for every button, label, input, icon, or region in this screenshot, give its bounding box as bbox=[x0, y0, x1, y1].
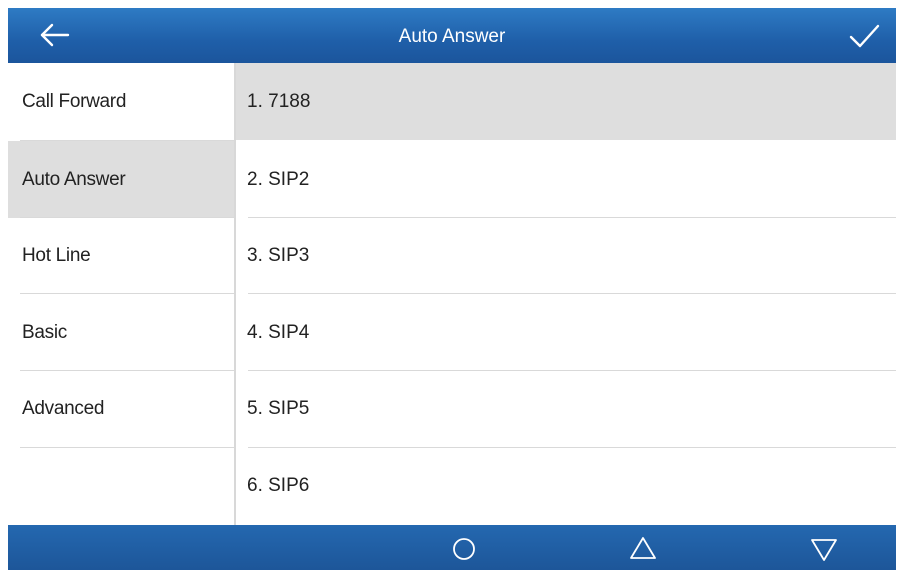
sidebar-item-advanced[interactable]: Advanced bbox=[8, 370, 234, 447]
list-item-label: 1. 7188 bbox=[247, 91, 311, 112]
sidebar-item-auto-answer[interactable]: Auto Answer bbox=[8, 141, 234, 218]
checkmark-icon bbox=[849, 24, 880, 48]
sidebar-item-basic[interactable]: Basic bbox=[8, 294, 234, 371]
list-item-account-2[interactable]: 2. SIP2 bbox=[236, 141, 896, 218]
sidebar-item-call-forward[interactable]: Call Forward bbox=[8, 63, 234, 140]
list-item-label: 6. SIP6 bbox=[247, 475, 310, 496]
sidebar-item-label: Auto Answer bbox=[22, 169, 126, 190]
page-down-button[interactable] bbox=[809, 534, 839, 564]
triangle-up-icon bbox=[630, 537, 656, 559]
home-button[interactable] bbox=[449, 534, 479, 564]
sidebar-item-label: Advanced bbox=[22, 398, 105, 419]
sidebar-item-label: Basic bbox=[22, 322, 67, 343]
account-list: 1. 7188 2. SIP2 3. SIP3 4. SIP4 5. SIP5 … bbox=[236, 63, 896, 525]
list-item-account-4[interactable]: 4. SIP4 bbox=[236, 294, 896, 371]
list-item-account-5[interactable]: 5. SIP5 bbox=[236, 370, 896, 447]
list-item-account-6[interactable]: 6. SIP6 bbox=[236, 447, 896, 524]
page-title: Auto Answer bbox=[398, 26, 506, 47]
triangle-down-icon bbox=[811, 539, 837, 561]
list-item-label: 5. SIP5 bbox=[247, 398, 310, 419]
list-item-account-1[interactable]: 1. 7188 bbox=[236, 63, 896, 140]
home-circle-icon bbox=[453, 538, 475, 560]
divider bbox=[20, 447, 234, 448]
list-item-label: 2. SIP2 bbox=[247, 169, 310, 190]
list-item-label: 3. SIP3 bbox=[247, 245, 310, 266]
confirm-button[interactable] bbox=[846, 20, 882, 52]
list-item-account-3[interactable]: 3. SIP3 bbox=[236, 217, 896, 294]
list-item-label: 4. SIP4 bbox=[247, 322, 310, 343]
sidebar-item-label: Hot Line bbox=[22, 245, 91, 266]
sidebar-item-hot-line[interactable]: Hot Line bbox=[8, 217, 234, 294]
sidebar-item-label: Call Forward bbox=[22, 91, 127, 112]
auto-answer-screen: Auto Answer Call Forward Auto Answer Hot… bbox=[0, 0, 904, 570]
navigation-bar bbox=[8, 525, 896, 570]
page-up-button[interactable] bbox=[628, 534, 658, 564]
title-bar: Auto Answer bbox=[8, 8, 896, 63]
sidebar-menu: Call Forward Auto Answer Hot Line Basic … bbox=[8, 63, 234, 525]
